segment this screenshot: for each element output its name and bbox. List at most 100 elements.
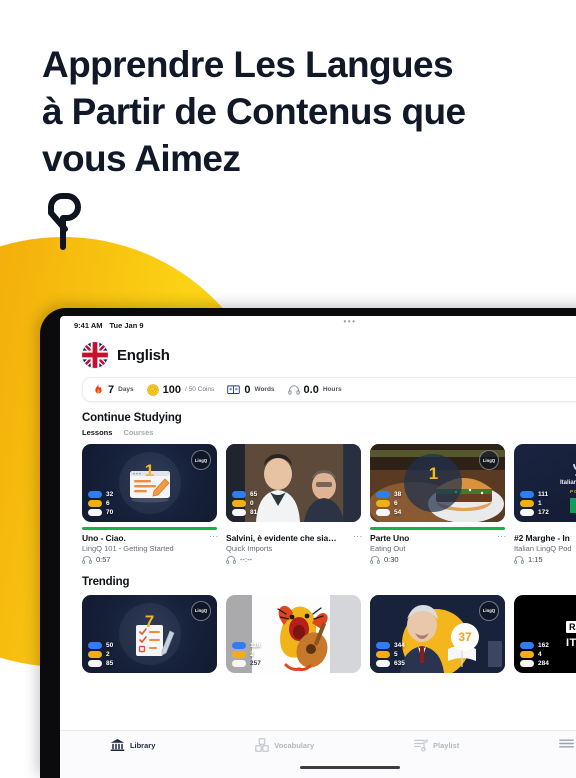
lesson-overflow-menu-icon[interactable]: ⋮: [497, 532, 507, 541]
lesson-title[interactable]: Uno - Ciao.: [82, 533, 207, 543]
stat-words-value: 0: [244, 383, 251, 396]
lesson-card[interactable]: 1 LingQ 38 6 54 Parte Uno Eating Out 0:3…: [370, 444, 507, 564]
badge-known-words: 111: [520, 491, 549, 498]
lesson-course: Eating Out: [370, 543, 406, 553]
badge-lingqs: 6: [376, 500, 401, 507]
stat-words[interactable]: 0 Words: [227, 383, 275, 396]
status-bar-date: Tue Jan 9: [109, 320, 144, 330]
lesson-meta: Uno - Ciao. LingQ 101 - Getting Started: [82, 530, 219, 564]
badge-new-words: 54: [376, 509, 401, 516]
blue-pill-icon: [88, 491, 102, 498]
white-pill-icon: [520, 659, 534, 667]
blue-pill-icon: [232, 641, 246, 649]
lesson-card[interactable]: 65 0 81 Salvini, è evidente che sia… Qui…: [226, 444, 363, 564]
union-jack-flag-icon[interactable]: [82, 342, 108, 368]
lingq-source-badge: LingQ: [479, 600, 499, 621]
white-pill-icon: [376, 659, 390, 667]
tab-more[interactable]: Mo: [559, 738, 576, 749]
stat-streak-value: 7: [108, 383, 115, 396]
white-pill-icon: [232, 659, 246, 667]
library-icon: [110, 738, 125, 752]
lesson-thumbnail[interactable]: 1 LingQ 32 6 70: [82, 444, 217, 522]
tab-vocabulary[interactable]: Vocabulary: [255, 738, 314, 752]
headphones-icon: [514, 555, 524, 564]
yellow-pill-icon: [88, 500, 102, 507]
lesson-thumbnail[interactable]: 7 LingQ 50 2 85: [82, 594, 217, 673]
tab-courses[interactable]: Courses: [123, 428, 153, 437]
status-bar: 9:41 AM Tue Jan 9 •••: [60, 316, 576, 334]
flame-icon: [93, 383, 104, 396]
lesson-thumbnail[interactable]: 37 LingQ 344 5 635: [370, 594, 505, 673]
lesson-duration: 0:57: [82, 555, 207, 564]
badge-lingqs: 2: [88, 650, 113, 658]
trending-card[interactable]: Rai Cu ITALIA 162 4 284: [514, 594, 576, 673]
tab-library-label: Library: [129, 740, 156, 750]
rai-logo-text: Rai Cu: [566, 620, 576, 633]
lesson-thumbnail[interactable]: Rai Cu ITALIA 162 4 284: [514, 594, 576, 673]
blue-pill-icon: [520, 641, 534, 649]
stat-coins[interactable]: 100 / 50 Coins: [146, 383, 215, 396]
tab-lessons[interactable]: Lessons: [82, 428, 112, 437]
lesson-thumbnail[interactable]: 65 0 81: [226, 444, 361, 522]
lingq-source-badge: LingQ: [191, 600, 211, 621]
lesson-card[interactable]: 1 LingQ 32 6 70 Uno - Ciao. LingQ 101 - …: [82, 444, 219, 564]
badge-lingqs: 1: [520, 500, 549, 507]
stat-coins-sub: / 50 Coins: [185, 386, 215, 393]
trending-card-row[interactable]: 7 LingQ 50 2 85 116 2 257 37 LingQ 344 5…: [82, 594, 576, 673]
microphone-icon: [573, 463, 576, 476]
lesson-duration-text: 1:15: [528, 554, 543, 564]
white-pill-icon: [232, 509, 246, 516]
stat-coins-value: 100: [162, 383, 182, 396]
trending-card[interactable]: 7 LingQ 50 2 85: [82, 594, 217, 673]
rai-cultura-logo: Rai Cu: [566, 620, 576, 633]
tab-library[interactable]: Library: [110, 738, 155, 752]
blocks-icon: [255, 738, 270, 752]
section-tabs: Lessons Courses: [82, 428, 576, 437]
badge-new-words: 85: [88, 659, 113, 667]
lesson-card[interactable]: Italian LingQ PODCAST 111 1 172 #2: [514, 444, 576, 564]
badge-lingqs: 6: [88, 500, 113, 507]
lesson-overflow-menu-icon[interactable]: ⋮: [353, 532, 363, 541]
badge-known-words: 32: [88, 491, 113, 498]
lingq-source-badge: LingQ: [479, 450, 499, 470]
white-pill-icon: [88, 509, 102, 516]
tab-vocabulary-label: Vocabulary: [274, 740, 315, 750]
stat-hours[interactable]: 0.0 Hours: [287, 384, 342, 396]
trending-card[interactable]: 116 2 257: [226, 594, 361, 673]
stat-hours-label: Hours: [322, 386, 342, 393]
italy-flag-icon: [570, 498, 576, 513]
lesson-course: Quick Imports: [226, 543, 273, 553]
badge-new-words: 81: [232, 509, 257, 516]
white-pill-icon: [520, 509, 534, 516]
stat-streak[interactable]: 7 Days: [93, 383, 134, 396]
lesson-title[interactable]: Parte Uno: [370, 533, 495, 543]
headphones-icon: [82, 555, 92, 564]
lesson-card-row[interactable]: 1 LingQ 32 6 70 Uno - Ciao. LingQ 101 - …: [82, 444, 576, 564]
yellow-pill-icon: [88, 650, 102, 658]
lesson-thumbnail[interactable]: 116 2 257: [226, 594, 361, 673]
tab-playlist[interactable]: Playlist: [414, 738, 459, 752]
lesson-overflow-menu-icon[interactable]: ⋮: [209, 532, 219, 541]
trending-count-circle: 37: [451, 622, 479, 651]
badge-new-words: 284: [520, 659, 549, 667]
badge-known-words: 65: [232, 491, 257, 498]
tablet-screen: 9:41 AM Tue Jan 9 ••• English 7 Days 100…: [60, 316, 576, 778]
lesson-thumbnail[interactable]: Italian LingQ PODCAST 111 1 172: [514, 444, 576, 522]
multitasking-indicator[interactable]: •••: [344, 317, 357, 326]
coin-icon: [146, 383, 159, 396]
blue-pill-icon: [520, 491, 534, 498]
lesson-title[interactable]: #2 Marghe - In: [514, 533, 576, 543]
white-pill-icon: [88, 659, 102, 667]
badge-new-words: 257: [232, 659, 261, 667]
lesson-stat-badges: 65 0 81: [232, 491, 257, 516]
lesson-title[interactable]: Salvini, è evidente che sia…: [226, 533, 351, 543]
yellow-pill-icon: [376, 500, 390, 507]
current-language-label[interactable]: English: [117, 347, 170, 364]
blue-pill-icon: [232, 491, 246, 498]
section-continue-studying: Continue Studying Lessons Courses 1 Ling…: [60, 402, 576, 564]
trending-card[interactable]: 37 LingQ 344 5 635: [370, 594, 505, 673]
lesson-thumbnail[interactable]: 1 LingQ 38 6 54: [370, 444, 505, 522]
status-bar-time: 9:41 AM: [74, 320, 103, 330]
hero-heading: Apprendre Les Langues à Partir de Conten…: [42, 42, 547, 183]
section-title: Continue Studying: [82, 412, 182, 424]
